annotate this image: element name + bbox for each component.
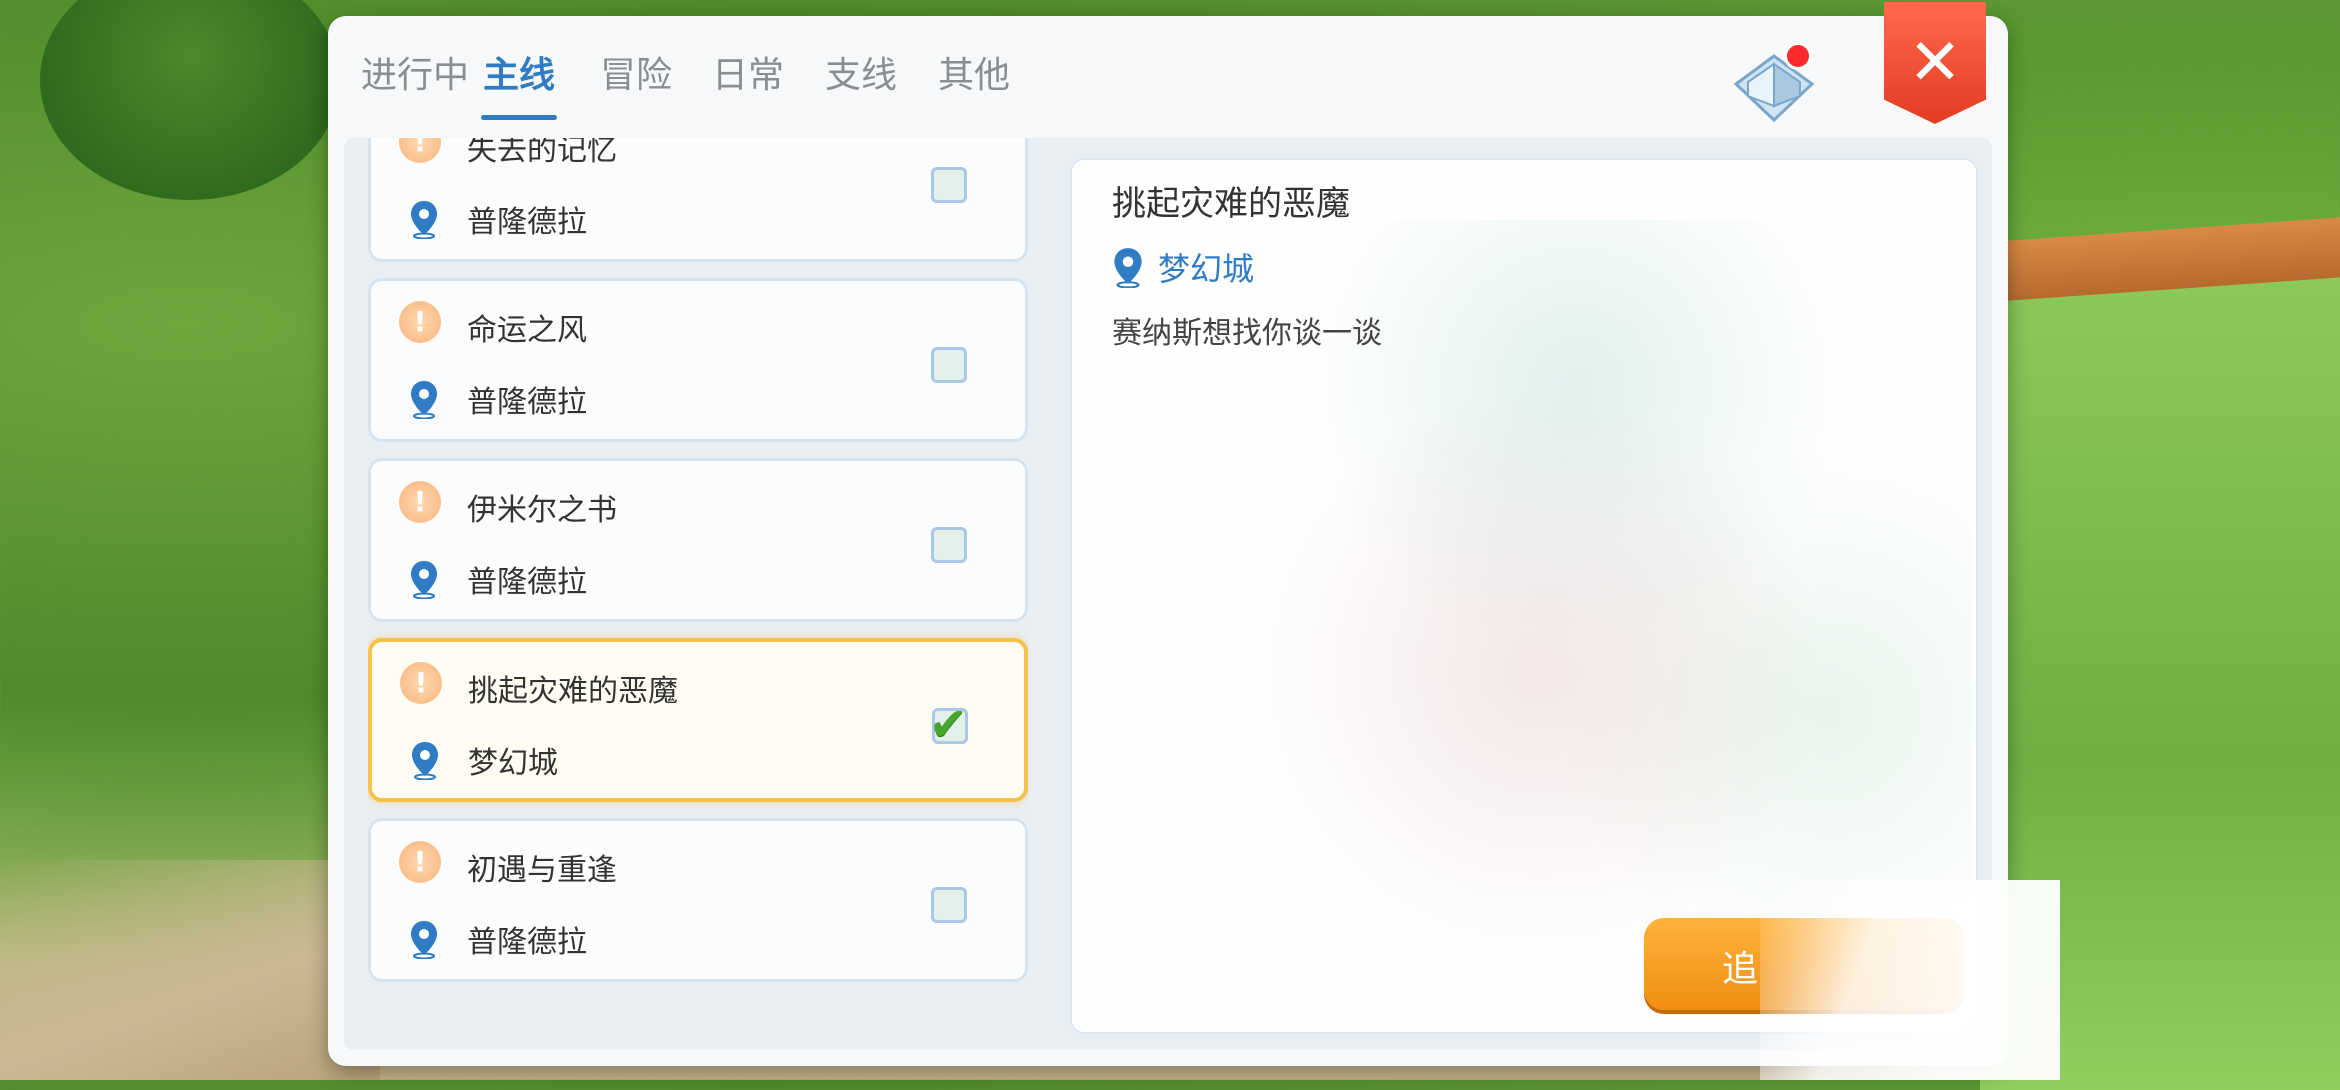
detail-title: 挑起灾难的恶魔 (1112, 184, 1350, 224)
tab-daily[interactable]: 日常 (710, 46, 786, 106)
exclamation-icon: ! (399, 138, 441, 163)
close-button[interactable]: ✕ (1884, 2, 1986, 124)
track-checkbox[interactable] (931, 527, 967, 563)
track-checkbox[interactable] (931, 347, 967, 383)
quest-panel: 进行中 主线 冒险 日常 支线 其他 ✕ ! 失去的记忆 普隆德拉 ! 命运之风… (328, 2, 2008, 1066)
quest-item[interactable]: ! 初遇与重逢 普隆德拉 (368, 818, 1028, 982)
location-pin-icon (411, 381, 437, 419)
content-area: ! 失去的记忆 普隆德拉 ! 命运之风 普隆德拉 ! 伊米尔之书 普隆德拉 ! … (344, 138, 1992, 1050)
detail-location-link[interactable]: 梦幻城 (1158, 244, 1254, 290)
track-checkbox[interactable] (931, 887, 967, 923)
tab-other[interactable]: 其他 (936, 46, 1012, 106)
tab-adventure[interactable]: 冒险 (598, 46, 674, 106)
detail-description: 赛纳斯想找你谈一谈 (1112, 316, 1382, 351)
quest-item[interactable]: ! 命运之风 普隆德拉 (368, 278, 1028, 442)
tab-in-progress[interactable]: 进行中 (360, 46, 470, 106)
quest-item[interactable]: ! 伊米尔之书 普隆德拉 (368, 458, 1028, 622)
exclamation-icon: ! (399, 841, 441, 883)
location-pin-icon (1114, 248, 1142, 288)
tab-main[interactable]: 主线 (481, 46, 557, 120)
quest-item-selected[interactable]: ! 挑起灾难的恶魔 梦幻城 ✔ (368, 638, 1028, 802)
location-pin-icon (412, 742, 438, 780)
track-checkbox[interactable] (931, 167, 967, 203)
quest-list[interactable]: ! 失去的记忆 普隆德拉 ! 命运之风 普隆德拉 ! 伊米尔之书 普隆德拉 ! … (368, 138, 1028, 1050)
quest-book-button[interactable] (1726, 36, 1822, 132)
quest-item[interactable]: ! 失去的记忆 普隆德拉 (368, 138, 1028, 262)
quest-title: 伊米尔之书 (467, 493, 617, 528)
quest-location: 普隆德拉 (467, 925, 587, 960)
track-checkbox[interactable]: ✔ (929, 697, 968, 751)
location-pin-icon (411, 561, 437, 599)
exclamation-icon: ! (400, 662, 442, 704)
track-button-label: 追 (1722, 949, 1759, 990)
location-pin-icon (411, 201, 437, 239)
tab-bar: 进行中 主线 冒险 日常 支线 其他 ✕ (328, 2, 2008, 136)
screen-glare-overlay (1760, 880, 2060, 1080)
exclamation-icon: ! (399, 481, 441, 523)
background-dirt (0, 860, 380, 1080)
exclamation-icon: ! (399, 301, 441, 343)
quest-title: 初遇与重逢 (467, 853, 617, 888)
quest-title: 失去的记忆 (467, 138, 617, 168)
location-pin-icon (411, 921, 437, 959)
quest-location: 梦幻城 (468, 746, 558, 781)
check-icon: ✔ (929, 697, 968, 751)
quest-title: 挑起灾难的恶魔 (468, 674, 678, 709)
quest-location: 普隆德拉 (467, 205, 587, 240)
quest-location: 普隆德拉 (467, 385, 587, 420)
tab-side[interactable]: 支线 (823, 46, 899, 106)
notification-dot (1784, 42, 1812, 70)
close-icon: ✕ (1908, 26, 1962, 100)
background-tree (40, 0, 340, 200)
quest-location: 普隆德拉 (467, 565, 587, 600)
quest-title: 命运之风 (467, 313, 587, 348)
